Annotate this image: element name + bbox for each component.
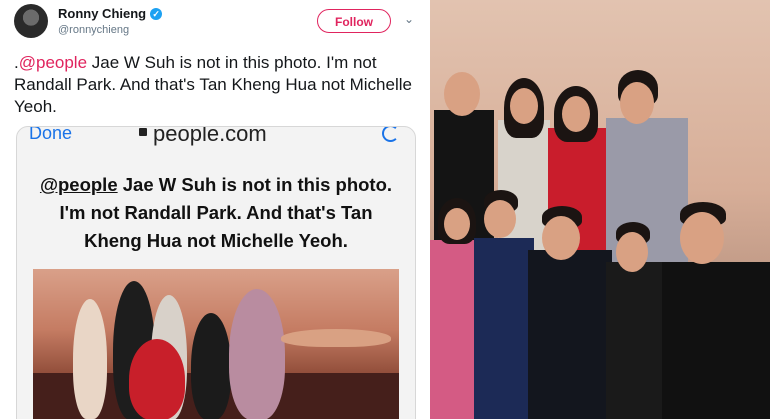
face bbox=[616, 232, 648, 272]
mention-link[interactable]: @people bbox=[19, 53, 87, 72]
face bbox=[444, 208, 470, 240]
avatar[interactable] bbox=[14, 4, 48, 38]
tweet-text: .@people Jae W Suh is not in this photo.… bbox=[14, 52, 419, 118]
person bbox=[606, 262, 668, 419]
lock-icon bbox=[139, 128, 147, 136]
chevron-down-icon[interactable]: ⌄ bbox=[404, 12, 414, 26]
follow-button[interactable]: Follow bbox=[317, 9, 391, 33]
person bbox=[662, 262, 770, 419]
article-photo bbox=[33, 269, 399, 419]
group-photo bbox=[430, 0, 770, 419]
face bbox=[680, 212, 724, 264]
face bbox=[542, 216, 580, 260]
person bbox=[474, 238, 534, 419]
reload-icon bbox=[382, 127, 399, 142]
person bbox=[73, 299, 107, 419]
caption-mention: @people bbox=[39, 174, 118, 195]
face bbox=[484, 200, 516, 238]
person bbox=[129, 339, 185, 419]
tweet-card: Ronny Chieng ✓ @ronnychieng Follow ⌄ .@pe… bbox=[0, 0, 430, 419]
article-caption: @people Jae W Suh is not in this photo. … bbox=[29, 171, 403, 255]
person bbox=[281, 329, 391, 347]
face bbox=[444, 72, 480, 116]
browser-bar: Done people.com bbox=[17, 126, 415, 146]
face bbox=[562, 96, 590, 132]
done-button: Done bbox=[29, 126, 73, 143]
author-name[interactable]: Ronny Chieng bbox=[58, 6, 146, 21]
embedded-screenshot[interactable]: Done people.com @people Jae W Suh is not… bbox=[16, 126, 416, 419]
person bbox=[191, 313, 231, 419]
author-name-row[interactable]: Ronny Chieng ✓ bbox=[58, 6, 163, 21]
face bbox=[510, 88, 538, 124]
url-text: people.com bbox=[153, 126, 267, 146]
person bbox=[528, 250, 612, 419]
author-handle[interactable]: @ronnychieng bbox=[58, 24, 129, 36]
person bbox=[229, 289, 285, 419]
face bbox=[620, 82, 654, 124]
verified-badge-icon: ✓ bbox=[150, 8, 163, 20]
